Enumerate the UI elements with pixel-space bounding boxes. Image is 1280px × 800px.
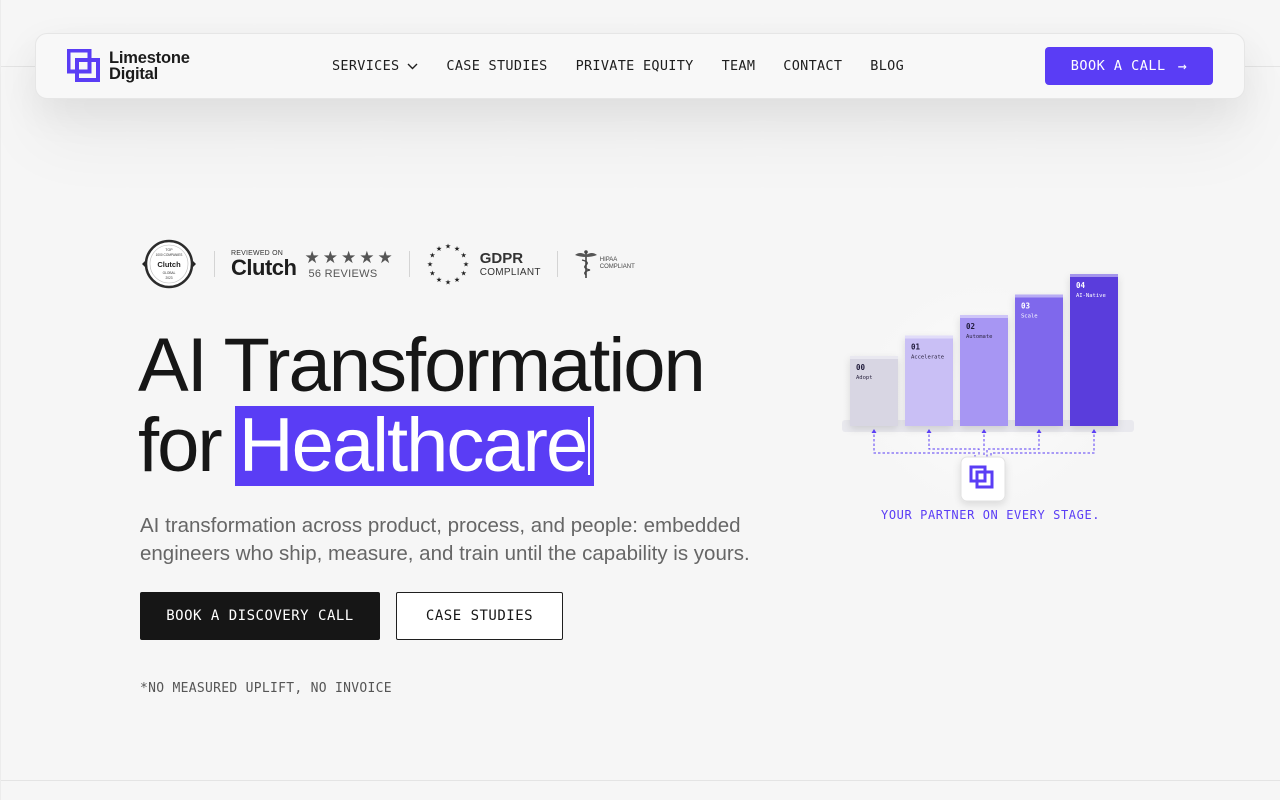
eu-stars-icon: ★ ★★★★★★★★★★★ [427,243,469,287]
stage-number: 00 [856,363,866,372]
svg-text:Clutch: Clutch [157,260,181,269]
limestone-logo-icon [67,49,100,82]
eu-star-icon: ★ [429,270,435,278]
star-icon: ★ [340,247,357,267]
eu-star-icon: ★ [427,261,433,269]
stage-bar-00: 00 Adopt [850,356,898,426]
eu-star-icon: ★ [445,279,451,287]
trust-badges: TOP 1000 COMPANIES Clutch GLOBAL 2023 RE… [140,239,635,289]
main-menu: SERVICES CASE STUDIES PRIVATE EQUITY TEA… [332,58,932,74]
clutch-seal-icon: TOP 1000 COMPANIES Clutch GLOBAL 2023 [142,239,196,289]
stage-label: Automate [966,334,993,340]
star-icon: ★ [304,247,320,267]
stage-number: 02 [966,322,975,331]
partner-caption: YOUR PARTNER ON EVERY STAGE. [881,508,1101,522]
eu-star-icon: ★ [445,243,451,251]
hero-title-line1: AI Transformation [138,323,706,408]
stage-label: AI-Native [1076,293,1106,299]
badge-divider [556,251,558,277]
nav-case-studies[interactable]: CASE STUDIES [446,58,547,74]
stage-bar-04: 04 AI-Native [1070,274,1118,426]
gdpr-subtitle: COMPLIANT [479,266,541,278]
caduceus-icon [574,250,597,278]
book-discovery-call-button[interactable]: BOOK A DISCOVERY CALL [140,592,380,640]
eu-star-icon: ★ [436,276,442,284]
eu-star-icon: ★ [454,276,460,284]
hipaa-compliant-label: COMPLIANT [599,264,635,270]
eu-star-icon: ★ [460,252,466,260]
nav-contact[interactable]: CONTACT [783,58,842,74]
hipaa-badge: HIPAA COMPLIANT [574,249,635,279]
hero-title-line2: for Healthcare [138,406,704,486]
brand-name-line1: Limestone [109,48,190,67]
star-icon: ★ [322,247,338,267]
nav-blog[interactable]: BLOG [870,58,904,74]
clutch-reviews-badge[interactable]: REVIEWED ON Clutch ★ ★ ★ ★ ★ 56 REVIEWS [231,249,393,280]
hipaa-label: HIPAA [599,257,618,263]
guarantee-note: *NO MEASURED UPLIFT, NO INVOICE [140,681,392,696]
hero-title-for: for [138,403,223,488]
star-icon: ★ [359,247,375,267]
eu-star-icon: ★ [436,245,442,253]
eu-star-icon: ★ [454,245,460,253]
book-a-call-label: BOOK A CALL [1070,58,1166,74]
brand-name-line2: Digital [109,64,159,83]
badge-divider [214,251,215,277]
hero-subtitle: AI transformation across product, proces… [140,514,750,565]
svg-text:2023: 2023 [165,276,172,280]
eu-star-icon: ★ [460,270,466,278]
chevron-down-icon [407,63,418,69]
nav-services[interactable]: SERVICES [332,58,418,74]
badge-divider [408,251,410,277]
nav-private-equity[interactable]: PRIVATE EQUITY [576,58,694,74]
svg-text:TOP: TOP [165,248,173,252]
stages-illustration: 00 Adopt 01 Accelerate 02 Automate 03 Scale 04 AI… [830,250,1140,540]
arrow-right-icon: → [1177,57,1188,75]
brand-name: Limestone Digital [109,48,190,83]
star-icon: ★ [377,247,393,267]
brand-logo[interactable]: Limestone Digital [67,49,190,82]
text-cursor [588,417,591,475]
review-count: 56 REVIEWS [308,267,378,280]
eu-star-icon: ★ [463,261,469,269]
stage-label: Scale [1021,314,1038,320]
stage-bar-03: 03 Scale [1015,294,1063,426]
stage-number: 01 [911,343,921,352]
partner-logo-chip [960,456,1006,502]
rating-stars: ★ ★ ★ ★ ★ 56 REVIEWS [304,249,392,280]
svg-text:1000 COMPANIES: 1000 COMPANIES [156,253,183,257]
clutch-wordmark: Clutch [231,254,297,280]
page-edge-left [0,0,1,800]
stage-label: Adopt [856,375,873,381]
hero-highlight-word: Healthcare [238,403,589,488]
stage-number: 03 [1021,302,1031,311]
nav-services-label: SERVICES [332,58,400,74]
nav-team[interactable]: TEAM [722,58,756,74]
stage-label: Accelerate [911,355,944,361]
case-studies-button[interactable]: CASE STUDIES [396,592,563,640]
svg-text:GLOBAL: GLOBAL [163,271,176,275]
hero-title-highlight: Healthcare [234,403,595,488]
hero-title: AI Transformation for Healthcare [138,323,706,486]
section-divider [0,780,1280,781]
stage-bar-02: 02 Automate [960,315,1008,426]
gdpr-title: GDPR [479,249,524,267]
eu-star-icon: ★ [429,252,435,260]
stage-number: 04 [1076,281,1086,290]
gdpr-badge: ★ ★ ★ ★ ★ ★ ★ ★ ★ ★ ★ ★ GDPR COMPLIANT [426,242,541,287]
clutch-top-companies-badge: TOP 1000 COMPANIES Clutch GLOBAL 2023 [140,239,198,289]
book-a-call-button[interactable]: BOOK A CALL → [1045,47,1213,85]
top-navbar: Limestone Digital SERVICES CASE STUDIES … [35,33,1245,99]
stage-bar-01: 01 Accelerate [905,335,953,426]
